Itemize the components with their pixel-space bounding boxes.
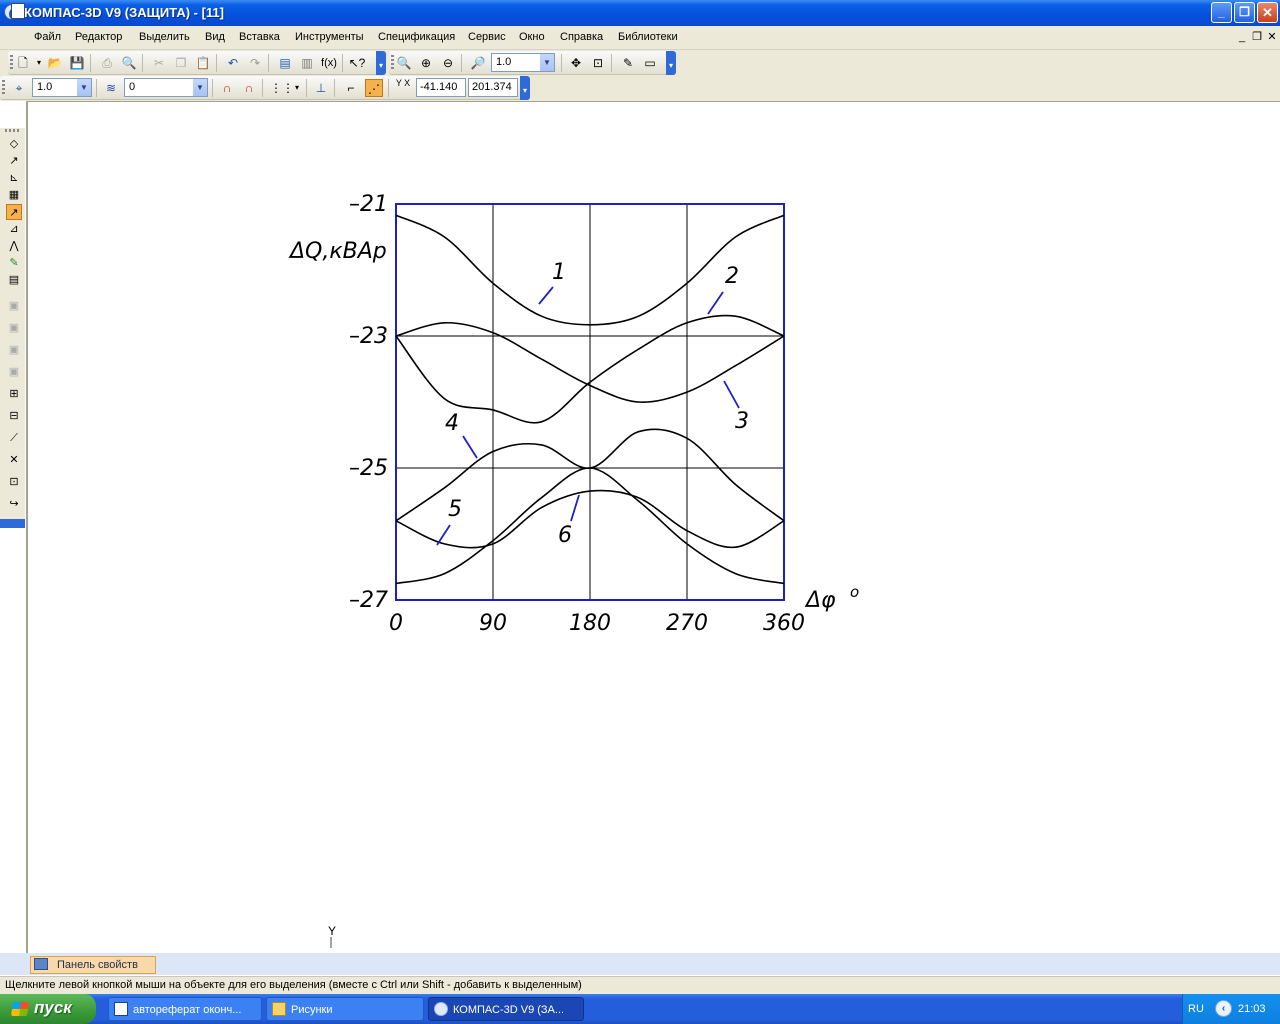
task-label: автореферат оконч... [133, 1004, 242, 1016]
chart-leaders [436, 286, 740, 546]
task-label: Рисунки [291, 1004, 333, 1016]
curve-label-1: 1 [552, 260, 566, 285]
leader-line [462, 435, 478, 459]
x-tick-label: 360 [763, 611, 805, 636]
chart-curve-labels: 1 2 3 4 5 6 [445, 260, 749, 548]
word-icon [114, 1002, 128, 1016]
curve-label-4: 4 [445, 411, 459, 436]
windows-flag-icon [11, 1002, 29, 1016]
y-tick-label: –27 [349, 588, 388, 613]
x-tick-label: 270 [666, 611, 708, 636]
y-tick-label: –21 [349, 192, 388, 217]
property-panel-label: Панель свойств [57, 959, 138, 971]
x-tick-label: 0 [389, 611, 403, 636]
leader-line [436, 524, 451, 546]
kompas-icon [434, 1002, 448, 1016]
y-tick-label: –25 [349, 456, 388, 481]
curve-label-2: 2 [725, 264, 739, 289]
chart-svg: 0 90 180 270 360–21–23–25–27 1 23456 ΔQ,кВАр … [288, 192, 859, 948]
x-tick-label: 180 [569, 611, 611, 636]
tray-expand-icon[interactable]: ‹ [1215, 1000, 1232, 1017]
leader-line [538, 286, 554, 305]
task-folder[interactable]: Рисунки [266, 997, 424, 1021]
language-indicator[interactable]: RU [1188, 1003, 1204, 1015]
x-axis-label-superscript: o [850, 583, 859, 601]
leader-line [723, 380, 740, 409]
status-text: Щелкните левой кнопкой мыши на объекте д… [5, 979, 582, 991]
y-tick-label: –23 [349, 324, 388, 349]
curve-label-5: 5 [448, 497, 462, 522]
x-axis-label: Δφ [804, 588, 836, 613]
curve-label-3: 3 [735, 409, 749, 434]
clock: 21:03 [1238, 1003, 1266, 1015]
x-tick-label: 90 [479, 611, 507, 636]
y-axis-label: ΔQ,кВАр [288, 239, 387, 264]
folder-icon [272, 1002, 286, 1016]
property-panel-icon [34, 958, 48, 970]
leader-line [707, 291, 724, 315]
canvas-y-axis-marker: Y [328, 924, 336, 938]
leader-line [570, 494, 580, 522]
property-panel-bar [0, 953, 1280, 975]
task-kompas[interactable]: КОМПАС-3D V9 (ЗА... [428, 997, 584, 1021]
task-label: КОМПАС-3D V9 (ЗА... [453, 1004, 565, 1016]
curve-label-6: 6 [558, 523, 572, 548]
task-word-document[interactable]: автореферат оконч... [108, 997, 262, 1021]
start-label: пуск [34, 998, 72, 1017]
